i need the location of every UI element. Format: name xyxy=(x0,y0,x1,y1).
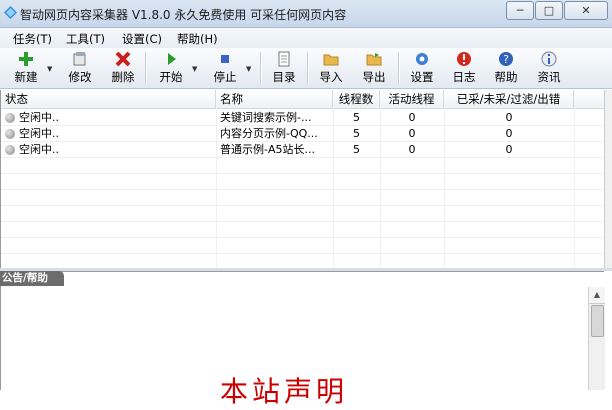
title-bar: 智动网页内容采集器 V1.8.0 永久免费使用 可采任何网页内容 ─ □ ✕ xyxy=(0,0,612,28)
toolbar-separator xyxy=(260,52,262,84)
column-header-name[interactable]: 名称 xyxy=(216,90,333,108)
row-threads: 5 xyxy=(353,111,360,124)
row-name: 普通示例-A5站长... xyxy=(220,143,315,156)
row-stats: 0 xyxy=(505,143,513,156)
play-icon xyxy=(168,53,176,65)
status-idle-icon xyxy=(5,145,15,155)
folder-open-icon xyxy=(323,54,339,66)
row-threads: 5 xyxy=(353,143,360,156)
scroll-up-icon[interactable]: ▲ xyxy=(589,287,605,304)
column-header-stats[interactable]: 已采/未采/过滤/出错 xyxy=(444,90,574,108)
help-button[interactable]: ? 帮助 xyxy=(488,51,524,85)
new-label: 新建 xyxy=(14,70,38,84)
delete-label: 删除 xyxy=(111,70,135,84)
window-title: 智动网页内容采集器 V1.8.0 永久免费使用 可采任何网页内容 xyxy=(20,8,347,22)
catalog-button[interactable]: 目录 xyxy=(266,51,302,85)
row-divider xyxy=(1,253,605,254)
row-status: 空闲中.. xyxy=(19,127,59,140)
row-name: 内容分页示例-QQ... xyxy=(220,127,318,140)
table-row[interactable]: 空闲中.. 普通示例-A5站长... 5 0 0 xyxy=(1,142,605,158)
row-name: 关键词搜索示例-... xyxy=(220,111,312,124)
edit-icon xyxy=(73,52,86,66)
new-button[interactable]: 新建 xyxy=(8,51,44,85)
export-button[interactable]: 导出 xyxy=(356,51,392,85)
table-row[interactable]: 空闲中.. 内容分页示例-QQ... 5 0 0 xyxy=(1,126,605,142)
row-divider xyxy=(1,189,605,190)
stop-button[interactable]: 停止 xyxy=(207,51,243,85)
toolbar-separator xyxy=(307,52,309,84)
log-label: 日志 xyxy=(452,70,476,84)
edit-button[interactable]: 修改 xyxy=(62,51,98,85)
table-row[interactable]: 空闲中.. 关键词搜索示例-... 5 0 0 xyxy=(1,110,605,126)
news-button[interactable]: 资讯 xyxy=(531,51,567,85)
row-active-threads: 0 xyxy=(408,143,416,156)
app-logo-icon xyxy=(4,6,17,19)
info-icon xyxy=(541,51,557,67)
maximize-button[interactable]: □ xyxy=(535,1,563,20)
window-edge xyxy=(604,90,612,268)
row-status: 空闲中.. xyxy=(19,111,59,124)
gear-icon xyxy=(416,53,428,65)
menu-tools[interactable]: 工具(T) xyxy=(66,31,105,47)
close-icon: ✕ xyxy=(581,4,591,17)
row-active-threads: 0 xyxy=(408,111,416,124)
start-button[interactable]: 开始 xyxy=(153,51,189,85)
menu-help[interactable]: 帮助(H) xyxy=(177,31,218,47)
new-dropdown-arrow[interactable]: ▼ xyxy=(47,65,52,73)
alert-icon xyxy=(457,52,471,66)
export-label: 导出 xyxy=(362,70,386,84)
start-dropdown-arrow[interactable]: ▼ xyxy=(192,65,197,73)
menu-settings[interactable]: 设置(C) xyxy=(122,31,162,47)
notice-help-tab[interactable]: 公告/帮助 xyxy=(0,271,64,286)
toolbar-separator xyxy=(145,52,147,84)
news-label: 资讯 xyxy=(537,70,561,84)
import-button[interactable]: 导入 xyxy=(313,51,349,85)
stop-icon xyxy=(221,55,229,63)
row-threads: 5 xyxy=(353,127,360,140)
delete-icon xyxy=(115,51,131,67)
status-idle-icon xyxy=(5,129,15,139)
add-icon xyxy=(19,52,33,66)
settings-label: 设置 xyxy=(410,70,434,84)
document-icon xyxy=(278,51,290,67)
status-idle-icon xyxy=(5,113,15,123)
stop-label: 停止 xyxy=(213,70,237,84)
minimize-button[interactable]: ─ xyxy=(506,1,534,20)
delete-button[interactable]: 删除 xyxy=(105,51,141,85)
menu-task[interactable]: 任务(T) xyxy=(13,31,52,47)
menu-bar: 任务(T) 工具(T) 设置(C) 帮助(H) xyxy=(0,28,612,48)
row-divider xyxy=(1,221,605,222)
maximize-icon: □ xyxy=(543,4,555,17)
catalog-label: 目录 xyxy=(272,70,296,84)
log-button[interactable]: 日志 xyxy=(446,51,482,85)
notice-heading: 本站声明 xyxy=(220,375,349,408)
column-header-status[interactable]: 状态 xyxy=(1,90,216,108)
import-label: 导入 xyxy=(319,70,343,84)
row-stats: 0 xyxy=(505,111,513,124)
column-header-threads[interactable]: 线程数 xyxy=(333,90,380,108)
start-label: 开始 xyxy=(159,70,183,84)
column-header-active-threads[interactable]: 活动线程 xyxy=(380,90,444,108)
edit-label: 修改 xyxy=(68,70,92,84)
minimize-icon: ─ xyxy=(516,4,524,17)
toolbar: 新建 ▼ 修改 删除 开始 ▼ 停止 ▼ 目录 导入 导出 设置 日志 ? 帮助… xyxy=(0,48,612,89)
row-status: 空闲中.. xyxy=(19,143,59,156)
folder-export-icon xyxy=(366,53,382,66)
close-button[interactable]: ✕ xyxy=(564,1,608,20)
scroll-thumb[interactable] xyxy=(591,305,604,337)
panel-scrollbar[interactable]: ▲ xyxy=(588,287,605,390)
task-table: 状态 名称 线程数 活动线程 已采/未采/过滤/出错 空闲中.. 关键词搜索示例… xyxy=(0,90,605,268)
row-active-threads: 0 xyxy=(408,127,416,140)
row-divider xyxy=(1,173,605,174)
table-header: 状态 名称 线程数 活动线程 已采/未采/过滤/出错 xyxy=(1,90,605,109)
stop-dropdown-arrow[interactable]: ▼ xyxy=(246,65,251,73)
row-divider xyxy=(1,205,605,206)
help-label: 帮助 xyxy=(494,70,518,84)
toolbar-separator xyxy=(398,52,400,84)
svg-text:?: ? xyxy=(503,53,509,66)
help-icon: ? xyxy=(499,52,513,66)
row-divider xyxy=(1,237,605,238)
row-stats: 0 xyxy=(505,127,513,140)
settings-button[interactable]: 设置 xyxy=(404,51,440,85)
